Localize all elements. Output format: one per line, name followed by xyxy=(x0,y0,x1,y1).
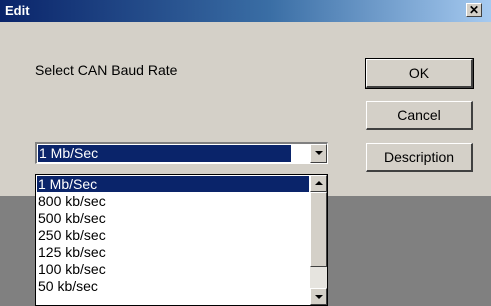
list-item[interactable]: 50 kb/sec xyxy=(37,278,309,294)
list-item[interactable]: 125 kb/sec xyxy=(37,244,309,260)
close-icon: ✕ xyxy=(468,3,480,17)
dialog-title: Edit xyxy=(5,3,30,18)
scrollbar-thumb[interactable] xyxy=(310,192,327,267)
list-item[interactable]: 500 kb/sec xyxy=(37,210,309,226)
scroll-up-button[interactable] xyxy=(310,175,327,192)
edit-dialog: Edit ✕ Select CAN Baud Rate OK Cancel De… xyxy=(0,0,491,306)
list-item[interactable]: 1 Mb/Sec xyxy=(37,176,309,192)
scroll-down-button[interactable] xyxy=(310,288,327,305)
dropdown-scrollbar[interactable] xyxy=(310,175,327,305)
combobox-dropdown-button[interactable] xyxy=(310,144,327,163)
list-item[interactable]: 100 kb/sec xyxy=(37,261,309,277)
list-item[interactable]: 800 kb/sec xyxy=(37,193,309,209)
cancel-button[interactable]: Cancel xyxy=(366,101,473,130)
chevron-down-icon xyxy=(315,151,323,155)
scroll-up-icon xyxy=(315,181,323,185)
list-item[interactable]: 250 kb/sec xyxy=(37,227,309,243)
baud-rate-label: Select CAN Baud Rate xyxy=(35,62,178,78)
ok-button[interactable]: OK xyxy=(365,58,474,89)
title-bar[interactable]: Edit ✕ xyxy=(0,0,491,22)
combobox-selected-value: 1 Mb/Sec xyxy=(38,145,291,162)
baud-rate-dropdown-list[interactable]: 1 Mb/Sec 800 kb/sec 500 kb/sec 250 kb/se… xyxy=(35,174,328,306)
close-button[interactable]: ✕ xyxy=(466,3,482,17)
scroll-down-icon xyxy=(315,295,323,299)
baud-rate-combobox[interactable]: 1 Mb/Sec xyxy=(35,142,328,164)
description-button[interactable]: Description xyxy=(366,143,473,172)
